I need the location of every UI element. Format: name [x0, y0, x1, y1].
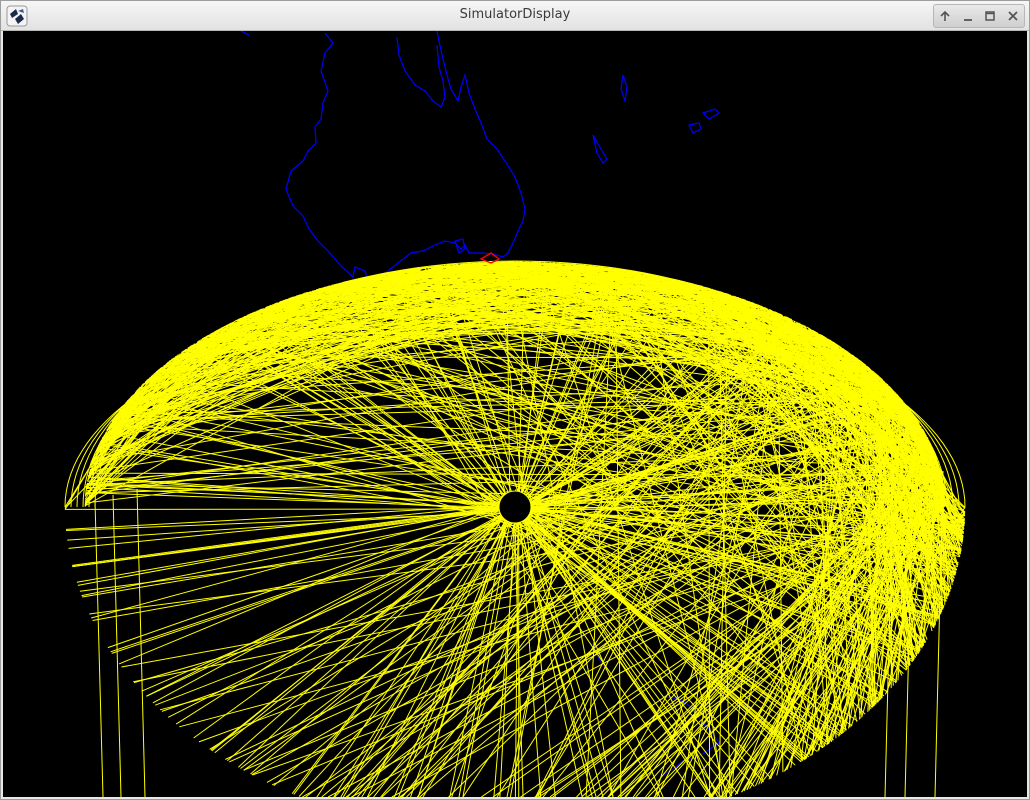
maximize-icon	[985, 11, 995, 21]
track-radial	[77, 500, 532, 586]
track-chord	[722, 292, 945, 496]
track-center-hole	[498, 490, 532, 524]
coastline-top-fragment	[240, 31, 250, 36]
minimize-button[interactable]	[959, 7, 977, 25]
coastline-island-b	[688, 122, 702, 134]
track-radial	[214, 496, 527, 754]
pin-button[interactable]	[936, 7, 954, 25]
coastline-island-c	[701, 108, 720, 120]
map-display	[64, 31, 966, 797]
maximize-button[interactable]	[981, 7, 999, 25]
simulator-canvas[interactable]	[3, 31, 1027, 797]
track-radial	[107, 499, 531, 649]
minimize-icon	[963, 19, 972, 21]
title-bar[interactable]: SimulatorDisplay	[1, 1, 1029, 31]
track-chord	[100, 262, 475, 443]
close-button[interactable]	[1004, 7, 1022, 25]
orbit-tracks	[64, 260, 966, 797]
track-side	[112, 494, 122, 797]
window-title: SimulatorDisplay	[459, 7, 571, 22]
window-controls	[933, 4, 1025, 28]
coastline-new-caledonia	[592, 134, 608, 164]
track-radial	[211, 496, 525, 752]
arrow-up-icon	[940, 10, 950, 21]
simulator-window: SimulatorDisplay	[0, 0, 1030, 800]
track-radial	[511, 491, 713, 797]
coastline-australia	[285, 31, 526, 284]
coastline-australia-north	[396, 36, 446, 108]
coastline-island-a	[620, 74, 628, 102]
close-icon	[1008, 11, 1018, 21]
